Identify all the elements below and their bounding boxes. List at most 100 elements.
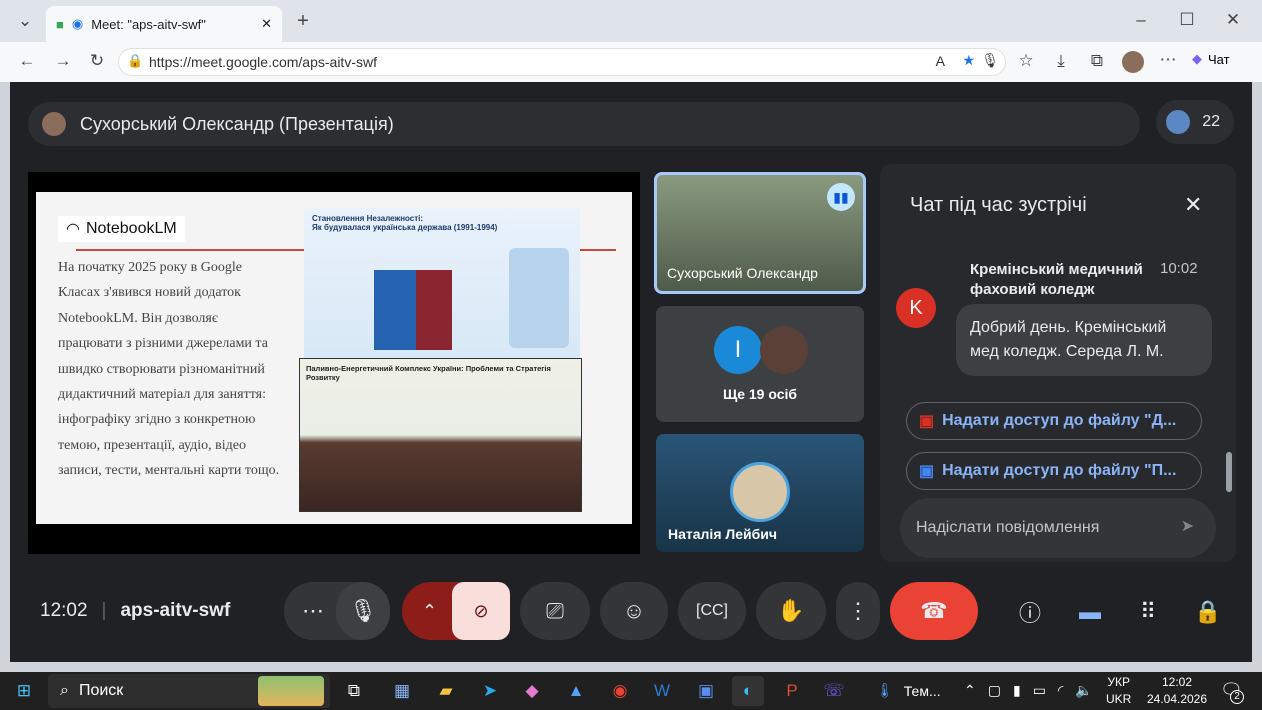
chat-icon[interactable]: ▬ xyxy=(1070,592,1110,632)
show-hidden-icons[interactable]: ⌃ xyxy=(964,682,976,699)
camera-options-icon[interactable]: ⌃ xyxy=(422,601,437,622)
downloads-icon[interactable]: ⤓ xyxy=(1050,51,1072,71)
close-tab-icon[interactable]: ✕ xyxy=(261,16,272,32)
vertical-dots-icon: ⋮ xyxy=(847,598,869,623)
start-icon[interactable]: ⊞ xyxy=(8,676,40,706)
raise-hand-button[interactable]: ✋ xyxy=(756,582,826,640)
send-icon[interactable]: ➤ xyxy=(1181,516,1194,536)
more-options-group: ⋯ 🎙 xyxy=(284,582,390,640)
task-view-icon[interactable]: ⧉ xyxy=(338,676,370,706)
save-app-icon[interactable]: ▣ xyxy=(690,676,722,706)
meet-now-icon[interactable]: ▢ xyxy=(988,682,1001,699)
powerpoint-icon[interactable]: P xyxy=(776,676,808,706)
more-icon[interactable]: ⋯ xyxy=(1157,50,1179,70)
tab-meet[interactable]: ■ ◉ Meet: "aps-aitv-swf" ✕ xyxy=(46,6,282,42)
maximize-icon[interactable]: ☐ xyxy=(1176,10,1198,30)
edge-icon[interactable]: ◐ xyxy=(732,676,764,706)
forward-icon[interactable]: → xyxy=(52,51,74,71)
chat-placeholder: Надіслати повідомлення xyxy=(916,519,1100,536)
weather-label: Тем... xyxy=(903,682,941,699)
copilot-button[interactable]: ◆ Чат xyxy=(1192,51,1230,67)
meeting-info: 12:02 | aps-aitv-swf xyxy=(40,600,230,622)
url-text: https://meet.google.com/aps-aitv-swf xyxy=(149,54,377,70)
language-indicator[interactable]: УКР UKR xyxy=(1106,674,1131,708)
weather-widget[interactable]: 🌡 Тем... xyxy=(876,682,941,699)
read-aloud-icon[interactable]: A xyxy=(936,53,945,69)
favorite-star-icon[interactable]: ★ xyxy=(962,52,975,69)
share-file-button-1[interactable]: ▣ Надати доступ до файлу "Д... xyxy=(906,402,1202,440)
notebooklm-logo: ◠ NotebookLM xyxy=(58,216,185,242)
more-options-icon[interactable]: ⋯ xyxy=(302,598,324,624)
file-icon: ▣ xyxy=(919,413,935,430)
tab-title: Meet: "aps-aitv-swf" xyxy=(91,16,206,32)
close-chat-icon[interactable]: ✕ xyxy=(1184,192,1202,218)
camera-off-button[interactable]: ⊘ xyxy=(452,582,510,640)
lock-icon: 🔒 xyxy=(127,53,144,68)
participant-tile-others[interactable]: I Ще 19 осіб xyxy=(656,306,864,422)
battery-icon[interactable]: ▭ xyxy=(1033,682,1046,699)
microphone-button[interactable]: 🎙 xyxy=(336,582,390,640)
lang-top: УКР xyxy=(1107,675,1130,689)
presenter-title: Сухорський Олександр (Презентація) xyxy=(80,113,394,134)
share-file-button-2[interactable]: ▣ Надати доступ до файлу "П... xyxy=(906,452,1202,490)
volume-icon[interactable]: 🔈 xyxy=(1075,682,1092,699)
present-screen-button[interactable]: ⎚ xyxy=(520,582,590,640)
profile-avatar[interactable] xyxy=(1122,51,1144,73)
minimize-icon[interactable]: – xyxy=(1130,10,1152,30)
tab-bar: ⌄ ■ ◉ Meet: "aps-aitv-swf" ✕ + – ☐ ✕ xyxy=(0,0,1262,42)
leave-call-button[interactable]: ☎ xyxy=(890,582,978,640)
telegram-icon[interactable]: ➤ xyxy=(474,676,506,706)
activities-icon[interactable]: ⠿ xyxy=(1128,592,1168,632)
notifications-icon[interactable]: 🗨 2 xyxy=(1220,680,1244,704)
message-time: 10:02 xyxy=(1160,260,1198,277)
captions-button[interactable]: [CC] xyxy=(678,582,746,640)
paint-icon[interactable]: ◆ xyxy=(516,676,548,706)
logo-text: NotebookLM xyxy=(85,220,177,237)
word-icon[interactable]: W xyxy=(646,676,678,706)
close-window-icon[interactable]: ✕ xyxy=(1222,10,1244,30)
screenshot-icon[interactable]: ⧉ xyxy=(1086,51,1108,71)
more-actions-button[interactable]: ⋮ xyxy=(836,582,880,640)
reload-icon[interactable]: ↻ xyxy=(86,51,108,71)
chat-title: Чат під час зустрічі xyxy=(910,194,1087,216)
host-controls-icon[interactable]: 🔒 xyxy=(1188,592,1228,632)
separator: | xyxy=(101,600,107,621)
shared-presentation: ◠ NotebookLM На початку 2025 року в Googl… xyxy=(28,172,640,554)
participant-tile-natalia[interactable]: Наталія Лейбич xyxy=(656,434,864,552)
photos-icon[interactable]: ▲ xyxy=(560,676,592,706)
file-button-label: Надати доступ до файлу "П... xyxy=(942,462,1177,479)
chrome-icon[interactable]: ◉ xyxy=(604,676,636,706)
file-explorer-icon[interactable]: ▰ xyxy=(430,676,462,706)
favorites-icon[interactable]: ☆ xyxy=(1015,51,1037,71)
mic-icon[interactable]: 🎙 xyxy=(981,52,999,69)
infographic-energy: Паливно-Енергетичний Комплекс України: П… xyxy=(299,358,582,512)
reactions-button[interactable]: ☺ xyxy=(600,582,668,640)
wifi-icon[interactable]: ◜ xyxy=(1058,682,1063,699)
copilot-label: Чат xyxy=(1208,51,1230,67)
meet-favicon-icon: ■ xyxy=(56,16,64,32)
infographic2-title: Паливно-Енергетичний Комплекс України: П… xyxy=(306,364,551,382)
chat-scrollbar[interactable] xyxy=(1226,452,1232,492)
meeting-time: 12:02 xyxy=(40,600,88,621)
emoji-icon: ☺ xyxy=(622,598,646,623)
participant-tile-presenter[interactable]: ▮▮ Сухорський Олександр xyxy=(654,172,866,294)
calculator-icon[interactable]: ▦ xyxy=(386,676,418,706)
new-tab-icon[interactable]: + xyxy=(292,10,314,33)
infographic-red-block xyxy=(416,270,452,350)
participants-button[interactable]: 22 xyxy=(1156,100,1234,144)
clock-date: 24.04.2026 xyxy=(1146,692,1208,706)
speaking-indicator-icon: ▮▮ xyxy=(827,183,855,211)
back-icon[interactable]: ← xyxy=(16,51,38,71)
clock[interactable]: 12:02 24.04.2026 xyxy=(1142,674,1212,708)
url-input[interactable]: 🔒 https://meet.google.com/aps-aitv-swf A… xyxy=(118,48,1006,76)
tab-list-icon[interactable]: ⌄ xyxy=(14,11,36,31)
chat-message-input[interactable]: Надіслати повідомлення ➤ xyxy=(900,498,1216,558)
meeting-details-icon[interactable]: ⓘ xyxy=(1010,592,1050,632)
recording-icon: ◉ xyxy=(71,16,84,31)
participant-avatar-photo xyxy=(760,326,808,374)
slide: ◠ NotebookLM На початку 2025 року в Googl… xyxy=(36,192,632,524)
microphone-tray-icon[interactable]: ▮ xyxy=(1013,682,1021,699)
search-box[interactable]: ⌕ Поиск xyxy=(48,674,330,708)
viber-icon[interactable]: ☏ xyxy=(818,676,850,706)
address-bar-row: ← → ↻ 🔒 https://meet.google.com/aps-aitv… xyxy=(0,42,1262,82)
